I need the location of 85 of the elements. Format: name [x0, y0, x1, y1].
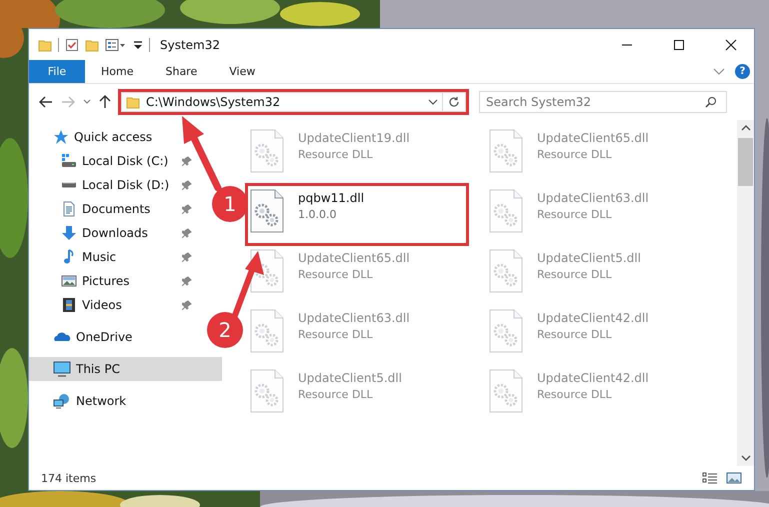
file-name: UpdateClient63.dll [537, 191, 649, 205]
pin-icon[interactable] [182, 228, 192, 238]
sidebar-item[interactable]: Videos [29, 293, 128, 317]
sidebar-item[interactable]: Documents [29, 197, 156, 221]
chevron-icon[interactable] [713, 68, 725, 76]
maximize-icon [673, 38, 685, 50]
scrollbar[interactable] [737, 120, 754, 466]
file-detail: Resource DLL [298, 148, 374, 161]
dll-file-icon [250, 309, 284, 353]
document-icon [61, 201, 77, 217]
sidebar-item[interactable]: OneDrive [29, 325, 138, 349]
caret-icon[interactable] [428, 99, 438, 105]
checklist-icon[interactable] [65, 38, 79, 52]
file-name: UpdateClient65.dll [298, 251, 410, 265]
refresh-button[interactable] [443, 92, 466, 112]
pin-icon[interactable] [182, 252, 192, 262]
ribbon-tab[interactable]: Home [85, 60, 150, 83]
sidebar-item[interactable]: Downloads [29, 221, 154, 245]
close-icon [725, 38, 737, 50]
back-arrow-icon[interactable] [39, 96, 53, 108]
sidebar-item[interactable]: Quick access [29, 125, 158, 149]
pin-icon[interactable] [182, 300, 192, 310]
file-name: pqbw11.dll [298, 191, 364, 205]
picture-icon [61, 273, 77, 289]
details-view-icon[interactable] [702, 472, 718, 484]
file-tab[interactable]: File [29, 60, 85, 83]
file-detail: Resource DLL [537, 148, 613, 161]
file-name: UpdateClient5.dll [537, 251, 641, 265]
file-detail: Resource DLL [537, 328, 613, 341]
film-icon [61, 297, 77, 313]
dll-file-icon [489, 309, 523, 353]
file-name: UpdateClient19.dll [298, 131, 410, 145]
search-field[interactable]: Search System32 [479, 91, 727, 113]
dll-file-icon [489, 189, 523, 233]
address-path: C:\Windows\System32 [146, 95, 282, 109]
file-detail: Resource DLL [298, 388, 374, 401]
ribbon-tab[interactable]: View [213, 60, 272, 83]
item-count: 174 items [41, 472, 96, 484]
sidebar-item[interactable]: Network [29, 389, 132, 413]
dll-file-icon [489, 369, 523, 413]
star-icon [53, 129, 69, 145]
sidebar-item[interactable]: This PC [29, 357, 222, 381]
sidebar-item[interactable]: Music [29, 245, 122, 269]
file-name: UpdateClient63.dll [298, 311, 410, 325]
file-item[interactable]: pqbw11.dll 1.0.0.0 [245, 183, 469, 246]
file-detail: Resource DLL [298, 328, 374, 341]
ribbon-tab[interactable]: Share [149, 60, 214, 83]
file-name: UpdateClient5.dll [298, 371, 402, 385]
pin-icon[interactable] [182, 180, 192, 190]
sidebar-item[interactable]: Local Disk (C:) [29, 149, 174, 173]
sidebar-item[interactable]: Local Disk (D:) [29, 173, 176, 197]
properties-icon[interactable] [105, 38, 127, 52]
up-arrow-icon[interactable] [99, 95, 111, 109]
sidebar-item[interactable]: Pictures [29, 269, 136, 293]
window-title: System32 [160, 38, 220, 52]
dll-file-icon [489, 249, 523, 293]
dll-file-icon [489, 129, 523, 173]
address-bar[interactable]: C:\Windows\System32 [121, 92, 443, 112]
file-name: UpdateClient42.dll [537, 371, 649, 385]
large-icons-view-icon[interactable] [726, 472, 742, 484]
pin-icon[interactable] [182, 156, 192, 166]
file-name: UpdateClient65.dll [537, 131, 649, 145]
scroll-up-icon[interactable] [740, 124, 750, 132]
scroll-thumb[interactable] [738, 138, 753, 186]
scroll-down-icon[interactable] [740, 454, 750, 462]
folder-icon [126, 95, 140, 109]
dll-file-icon [250, 369, 284, 413]
dll-file-icon [250, 189, 284, 233]
down-arrow-icon [61, 225, 77, 241]
network-icon [53, 393, 71, 409]
file-detail: Resource DLL [298, 268, 374, 281]
file-detail: 1.0.0.0 [298, 208, 338, 221]
file-detail: Resource DLL [537, 268, 613, 281]
pin-icon[interactable] [182, 276, 192, 286]
file-name: UpdateClient42.dll [537, 311, 649, 325]
minimize-icon [621, 44, 633, 46]
refresh-icon [448, 96, 460, 108]
drive-icon [61, 154, 77, 168]
pin-icon[interactable] [182, 204, 192, 214]
drive-icon [61, 182, 77, 188]
file-detail: Resource DLL [537, 208, 613, 221]
monitor-icon [53, 361, 71, 377]
dll-file-icon [250, 129, 284, 173]
help-button[interactable]: ? [735, 64, 750, 79]
file-detail: Resource DLL [537, 388, 613, 401]
